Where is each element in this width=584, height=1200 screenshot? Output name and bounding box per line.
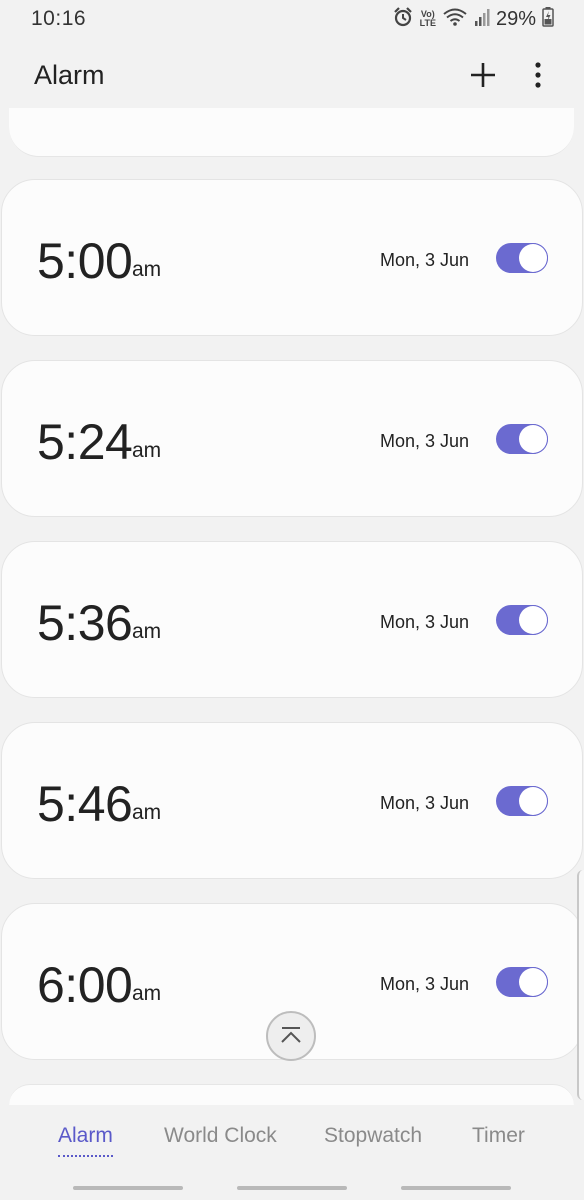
alarm-toggle[interactable] <box>496 243 548 273</box>
status-time: 10:16 <box>31 7 87 30</box>
alarm-ampm: am <box>132 982 162 1005</box>
toggle-knob <box>519 425 547 453</box>
alarm-toggle[interactable] <box>496 786 548 816</box>
tab-world-clock[interactable]: World Clock <box>164 1124 277 1148</box>
gesture-navigation-bar <box>0 1186 584 1192</box>
alarm-card-partial-bottom[interactable] <box>9 1084 574 1105</box>
toggle-knob <box>519 606 547 634</box>
gesture-hint-recents[interactable] <box>73 1186 183 1190</box>
chevron-up-bar-icon <box>281 1027 301 1043</box>
battery-charging-icon <box>542 6 554 32</box>
alarm-ampm: am <box>132 801 162 824</box>
alarm-date: Mon, 3 Jun <box>380 793 470 813</box>
volte-icon: Vo) LTE <box>419 9 436 28</box>
tab-label: Timer <box>472 1124 525 1147</box>
alarm-time: 5:46 <box>37 776 133 832</box>
alarm-ampm: am <box>132 258 162 281</box>
alarm-date: Mon, 3 Jun <box>380 612 470 632</box>
alarm-time: 6:00 <box>37 957 133 1013</box>
alarm-card[interactable]: 5:24 am Mon, 3 Jun <box>1 360 583 517</box>
plus-icon <box>471 63 495 87</box>
add-alarm-button[interactable] <box>464 56 502 94</box>
alarm-toggle[interactable] <box>496 605 548 635</box>
signal-icon <box>474 7 490 32</box>
tab-stopwatch[interactable]: Stopwatch <box>324 1124 422 1148</box>
alarm-card-partial-top[interactable] <box>9 108 574 157</box>
alarm-time: 5:36 <box>37 595 133 651</box>
toggle-knob <box>519 244 547 272</box>
status-icons: Vo) LTE 29% <box>392 6 554 32</box>
alarm-card[interactable]: 5:00 am Mon, 3 Jun <box>1 179 583 336</box>
alarm-ampm: am <box>132 620 162 643</box>
more-options-button[interactable] <box>522 56 554 94</box>
wifi-icon <box>442 7 468 32</box>
tab-bar: Alarm World Clock Stopwatch Timer <box>0 1106 584 1166</box>
alarm-card[interactable]: 5:36 am Mon, 3 Jun <box>1 541 583 698</box>
status-bar: 10:16 Vo) LTE 29% <box>0 0 584 38</box>
alarm-time: 5:00 <box>37 233 133 289</box>
alarm-ampm: am <box>132 439 162 462</box>
alarm-toggle[interactable] <box>496 967 548 997</box>
gesture-hint-home[interactable] <box>237 1186 347 1190</box>
alarm-toggle[interactable] <box>496 424 548 454</box>
alarm-time: 5:24 <box>37 414 133 470</box>
toggle-knob <box>519 787 547 815</box>
alarm-screen: 10:16 Vo) LTE 29% Alarm 5:00 am Mon, 3 J… <box>0 0 584 1200</box>
tab-label: World Clock <box>164 1124 277 1147</box>
alarm-date: Mon, 3 Jun <box>380 431 470 451</box>
gesture-hint-back[interactable] <box>401 1186 511 1190</box>
alarm-date: Mon, 3 Jun <box>380 250 470 270</box>
tab-label: Stopwatch <box>324 1124 423 1147</box>
tab-timer[interactable]: Timer <box>472 1124 525 1148</box>
tab-label: Alarm <box>58 1124 113 1147</box>
edge-panel-handle[interactable] <box>577 870 584 1100</box>
alarm-clock-icon <box>392 6 414 33</box>
toggle-knob <box>519 968 547 996</box>
app-header: Alarm <box>0 42 584 108</box>
tab-active-indicator <box>58 1155 113 1157</box>
alarm-date: Mon, 3 Jun <box>380 974 470 994</box>
tab-alarm[interactable]: Alarm <box>58 1124 113 1157</box>
scroll-to-top-button[interactable] <box>266 1011 316 1061</box>
alarm-card[interactable]: 5:46 am Mon, 3 Jun <box>1 722 583 879</box>
page-title: Alarm <box>34 60 105 90</box>
battery-percent: 29% <box>495 7 536 30</box>
more-vertical-icon <box>535 62 541 88</box>
